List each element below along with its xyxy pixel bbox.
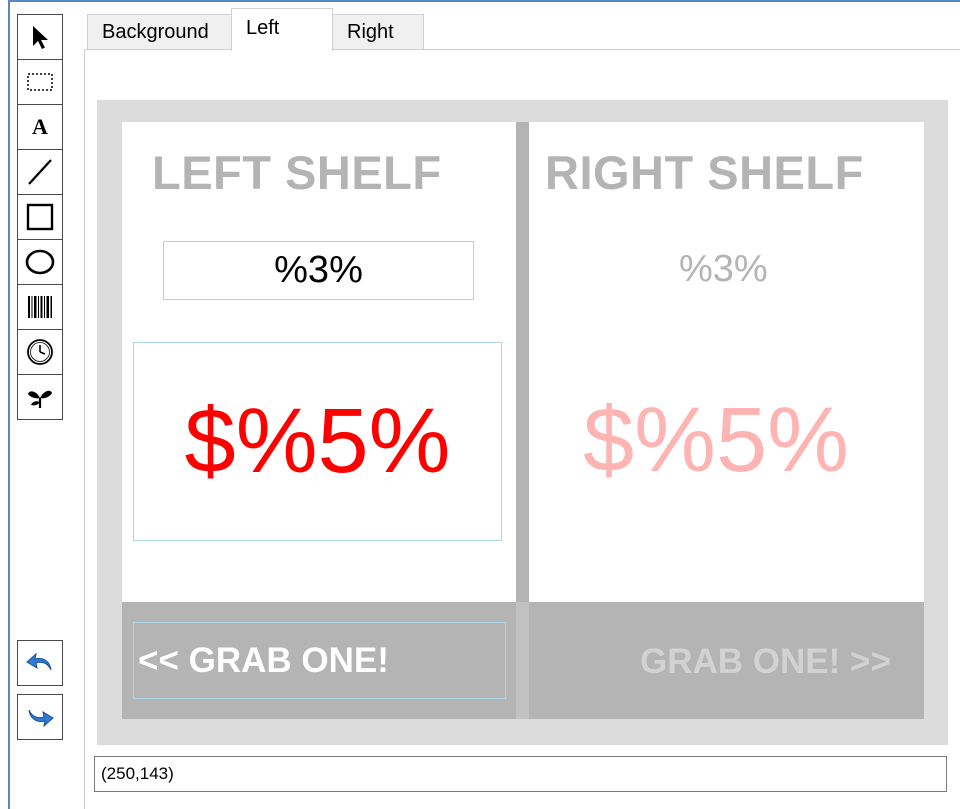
grab-bar-divider xyxy=(516,602,529,719)
left-grab-text: << GRAB ONE! xyxy=(138,640,389,680)
rectangle-tool[interactable] xyxy=(17,194,63,240)
right-shelf-title[interactable]: RIGHT SHELF xyxy=(545,145,864,200)
tab-left-label: Left xyxy=(246,17,280,39)
redo-icon xyxy=(28,709,54,728)
barcode-tool[interactable] xyxy=(17,284,63,330)
leaf-tool[interactable] xyxy=(17,374,63,420)
right-price-text[interactable]: $%5% xyxy=(583,388,849,493)
tab-right[interactable]: Right xyxy=(332,14,424,49)
line-tool[interactable] xyxy=(17,149,63,195)
rectangle-icon xyxy=(26,203,54,231)
line-icon xyxy=(28,159,52,185)
pointer-icon xyxy=(33,26,48,49)
barcode-icon xyxy=(28,296,52,318)
right-grab-text[interactable]: GRAB ONE! >> xyxy=(640,642,891,682)
marquee-select-tool[interactable] xyxy=(17,59,63,105)
right-percent-text[interactable]: %3% xyxy=(679,248,768,291)
tab-right-label: Right xyxy=(347,20,394,43)
undo-button[interactable] xyxy=(17,640,63,686)
text-icon: A xyxy=(32,114,48,139)
marquee-select-icon xyxy=(27,73,53,91)
ellipse-icon xyxy=(25,249,55,275)
tab-background[interactable]: Background xyxy=(87,14,232,49)
left-price-text: $%5% xyxy=(184,390,451,492)
left-grab-button[interactable]: << GRAB ONE! xyxy=(133,622,506,699)
redo-button[interactable] xyxy=(17,694,63,740)
coordinate-text: (250,143) xyxy=(101,764,174,783)
left-price-field[interactable]: $%5% xyxy=(133,342,502,541)
ellipse-tool[interactable] xyxy=(17,239,63,285)
undo-icon xyxy=(26,652,52,671)
left-shelf-title[interactable]: LEFT SHELF xyxy=(152,145,442,200)
text-tool[interactable]: A xyxy=(17,104,63,150)
pointer-tool[interactable] xyxy=(17,14,63,60)
leaf-icon xyxy=(28,390,52,408)
window-frame-top xyxy=(8,0,960,2)
coordinate-readout: (250,143) xyxy=(94,756,947,792)
tab-background-label: Background xyxy=(102,20,209,43)
clock-tool[interactable] xyxy=(17,329,63,375)
left-percent-text: %3% xyxy=(274,249,363,291)
tab-left[interactable]: Left xyxy=(231,8,333,51)
clock-icon xyxy=(27,339,53,365)
window-frame-left xyxy=(8,0,10,809)
left-percent-field[interactable]: %3% xyxy=(163,241,474,300)
